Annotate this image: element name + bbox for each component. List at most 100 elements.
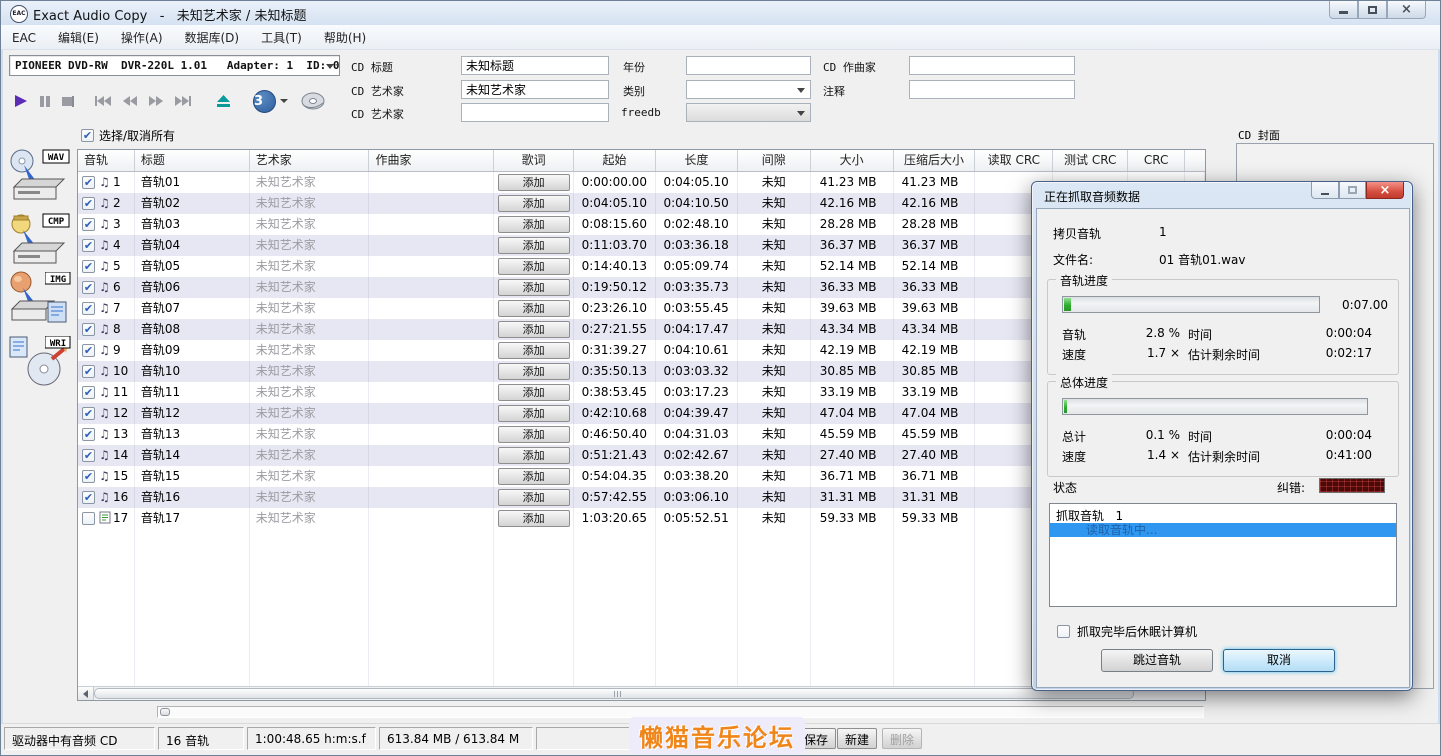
track-checkbox[interactable]: ✔ bbox=[82, 197, 95, 210]
menu-item-4[interactable]: 工具(T) bbox=[250, 25, 313, 49]
genre-dropdown[interactable] bbox=[686, 80, 811, 99]
scroll-left-button[interactable] bbox=[78, 687, 94, 700]
add-lyrics-button[interactable]: 添加 bbox=[497, 489, 570, 506]
add-lyrics-button[interactable]: 添加 bbox=[497, 300, 570, 317]
menu-item-5[interactable]: 帮助(H) bbox=[313, 25, 377, 49]
speed-dropdown-arrow[interactable] bbox=[280, 99, 288, 103]
read-speed-badge[interactable]: 3 bbox=[253, 89, 276, 113]
cd-artist2-input[interactable] bbox=[461, 103, 609, 122]
cd-artist-input[interactable] bbox=[461, 80, 609, 99]
new-button[interactable]: 新建 bbox=[837, 728, 878, 749]
add-lyrics-button[interactable]: 添加 bbox=[497, 426, 570, 443]
cancel-button[interactable]: 取消 bbox=[1223, 649, 1335, 672]
track-checkbox[interactable]: ✔ bbox=[82, 365, 95, 378]
comment-input[interactable] bbox=[909, 80, 1075, 99]
column-header-12[interactable]: CRC bbox=[1128, 150, 1186, 171]
position-slider-thumb[interactable] bbox=[160, 708, 170, 716]
column-header-6[interactable]: 长度 bbox=[656, 150, 738, 171]
status-list[interactable]: 抓取音轨 1 读取音轨中... bbox=[1049, 503, 1397, 607]
year-input[interactable] bbox=[686, 56, 811, 75]
dialog-minimize-button[interactable] bbox=[1311, 182, 1339, 199]
add-lyrics-button[interactable]: 添加 bbox=[497, 447, 570, 464]
track-checkbox[interactable]: ✔ bbox=[82, 470, 95, 483]
select-all-checkbox[interactable]: ✔ bbox=[81, 129, 94, 142]
track-checkbox[interactable]: ✔ bbox=[82, 491, 95, 504]
add-lyrics-button[interactable]: 添加 bbox=[497, 216, 570, 233]
track-checkbox[interactable]: ✔ bbox=[82, 239, 95, 252]
add-lyrics-button[interactable]: 添加 bbox=[497, 342, 570, 359]
audio-track-icon: ♫ bbox=[99, 196, 110, 210]
track-checkbox[interactable]: ✔ bbox=[82, 218, 95, 231]
add-lyrics-button[interactable]: 添加 bbox=[497, 237, 570, 254]
menu-item-1[interactable]: 编辑(E) bbox=[47, 25, 110, 49]
track-checkbox[interactable]: ✔ bbox=[82, 323, 95, 336]
menu-item-0[interactable]: EAC bbox=[1, 27, 47, 51]
add-lyrics-button[interactable]: 添加 bbox=[497, 363, 570, 380]
cd-title-input[interactable] bbox=[461, 56, 609, 75]
track-checkbox[interactable]: ✔ bbox=[82, 428, 95, 441]
previous-track-button[interactable] bbox=[94, 95, 112, 107]
play-button[interactable] bbox=[13, 94, 29, 108]
track-checkbox[interactable]: ✔ bbox=[82, 176, 95, 189]
maximize-button[interactable] bbox=[1358, 1, 1387, 19]
minimize-button[interactable] bbox=[1329, 1, 1358, 19]
eject-button[interactable] bbox=[216, 94, 231, 108]
track-length: 0:04:39.47 bbox=[656, 403, 738, 424]
add-lyrics-button[interactable]: 添加 bbox=[497, 174, 570, 191]
copy-to-wav-button[interactable]: WAV bbox=[6, 147, 72, 205]
rewind-button[interactable] bbox=[122, 95, 138, 107]
column-header-9[interactable]: 压缩后大小 bbox=[894, 150, 976, 171]
scrollbar-thumb[interactable] bbox=[94, 688, 1134, 699]
track-artist: 未知艺术家 bbox=[250, 235, 370, 256]
track-checkbox[interactable] bbox=[82, 512, 95, 525]
add-lyrics-button[interactable]: 添加 bbox=[497, 384, 570, 401]
add-lyrics-button[interactable]: 添加 bbox=[497, 510, 570, 527]
track-checkbox[interactable]: ✔ bbox=[82, 407, 95, 420]
track-checkbox[interactable]: ✔ bbox=[82, 302, 95, 315]
column-header-3[interactable]: 作曲家 bbox=[369, 150, 495, 171]
close-button[interactable]: × bbox=[1387, 1, 1426, 19]
pause-button[interactable] bbox=[39, 95, 51, 108]
skip-track-button[interactable]: 跳过音轨 bbox=[1101, 649, 1213, 672]
track-checkbox[interactable]: ✔ bbox=[82, 386, 95, 399]
column-header-7[interactable]: 间隙 bbox=[738, 150, 811, 171]
add-lyrics-button[interactable]: 添加 bbox=[497, 321, 570, 338]
menu-item-3[interactable]: 数据库(D) bbox=[174, 25, 251, 49]
track-checkbox[interactable]: ✔ bbox=[82, 344, 95, 357]
delete-button[interactable]: 删除 bbox=[882, 728, 923, 749]
track-lyrics-cell: 添加 bbox=[494, 193, 575, 214]
freedb-dropdown[interactable] bbox=[686, 103, 811, 122]
column-header-5[interactable]: 起始 bbox=[574, 150, 656, 171]
add-lyrics-button[interactable]: 添加 bbox=[497, 468, 570, 485]
track-checkbox[interactable]: ✔ bbox=[82, 260, 95, 273]
fast-forward-button[interactable] bbox=[148, 95, 164, 107]
column-header-1[interactable]: 标题 bbox=[135, 150, 250, 171]
stop-button[interactable] bbox=[61, 95, 74, 108]
column-header-filler[interactable] bbox=[1185, 150, 1205, 171]
column-header-4[interactable]: 歌词 bbox=[494, 150, 575, 171]
add-lyrics-button[interactable]: 添加 bbox=[497, 258, 570, 275]
track-checkbox[interactable]: ✔ bbox=[82, 281, 95, 294]
column-header-11[interactable]: 测试 CRC bbox=[1053, 150, 1129, 171]
menu-item-2[interactable]: 操作(A) bbox=[110, 25, 174, 49]
next-track-button[interactable] bbox=[174, 95, 192, 107]
dialog-close-button[interactable]: × bbox=[1366, 182, 1404, 199]
add-lyrics-button[interactable]: 添加 bbox=[497, 279, 570, 296]
copy-image-button[interactable]: IMG bbox=[6, 269, 72, 327]
column-header-2[interactable]: 艺术家 bbox=[250, 150, 370, 171]
copy-compressed-button[interactable]: CMP bbox=[6, 211, 72, 269]
drive-selector[interactable]: PIONEER DVD-RW DVR-220L 1.01 Adapter: 1 … bbox=[9, 55, 340, 76]
track-artist: 未知艺术家 bbox=[250, 193, 370, 214]
track-size: 28.28 MB bbox=[811, 214, 894, 235]
sleep-after-checkbox[interactable] bbox=[1057, 625, 1070, 638]
disc-changer-icon[interactable] bbox=[300, 91, 326, 111]
dialog-maximize-button[interactable] bbox=[1339, 182, 1366, 199]
column-header-8[interactable]: 大小 bbox=[811, 150, 894, 171]
column-header-0[interactable]: 音轨 bbox=[78, 150, 135, 171]
add-lyrics-button[interactable]: 添加 bbox=[497, 195, 570, 212]
column-header-10[interactable]: 读取 CRC bbox=[975, 150, 1054, 171]
cd-composer-input[interactable] bbox=[909, 56, 1075, 75]
add-lyrics-button[interactable]: 添加 bbox=[497, 405, 570, 422]
track-checkbox[interactable]: ✔ bbox=[82, 449, 95, 462]
write-cd-button[interactable]: WRI bbox=[6, 333, 72, 391]
